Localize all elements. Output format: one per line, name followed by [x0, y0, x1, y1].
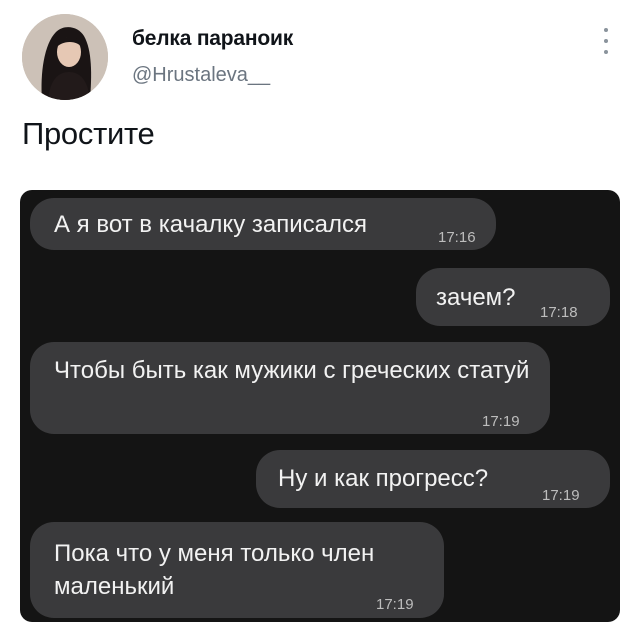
- incoming-message: Пока что у меня только член маленький 17…: [30, 522, 444, 618]
- incoming-message: Чтобы быть как мужики с греческих статуй…: [30, 342, 550, 434]
- message-time: 17:19: [482, 413, 520, 430]
- author-handle[interactable]: @Hrustaleva__: [132, 64, 270, 87]
- message-text: А я вот в качалку записался: [54, 211, 367, 238]
- avatar-photo: [22, 14, 108, 100]
- more-options-icon[interactable]: [596, 28, 616, 54]
- message-time: 17:19: [376, 596, 414, 613]
- author-display-name[interactable]: белка параноик: [132, 27, 293, 51]
- chat-screenshot[interactable]: А я вот в качалку записался 17:16 зачем?…: [20, 190, 620, 622]
- outgoing-message: Ну и как прогресс? 17:19: [256, 450, 610, 508]
- outgoing-message: зачем? 17:18: [416, 268, 610, 326]
- message-time: 17:16: [438, 229, 476, 246]
- avatar[interactable]: [22, 14, 108, 100]
- message-text: Чтобы быть как мужики с греческих статуй: [54, 357, 530, 384]
- message-time: 17:18: [540, 304, 578, 321]
- incoming-message: А я вот в качалку записался 17:16: [30, 198, 496, 250]
- message-time: 17:19: [542, 487, 580, 504]
- message-text: зачем?: [436, 284, 516, 311]
- tweet-text: Простите: [22, 116, 155, 151]
- tweet-header: белка параноик @Hrustaleva__: [0, 0, 640, 110]
- message-text: Ну и как прогресс?: [278, 465, 489, 492]
